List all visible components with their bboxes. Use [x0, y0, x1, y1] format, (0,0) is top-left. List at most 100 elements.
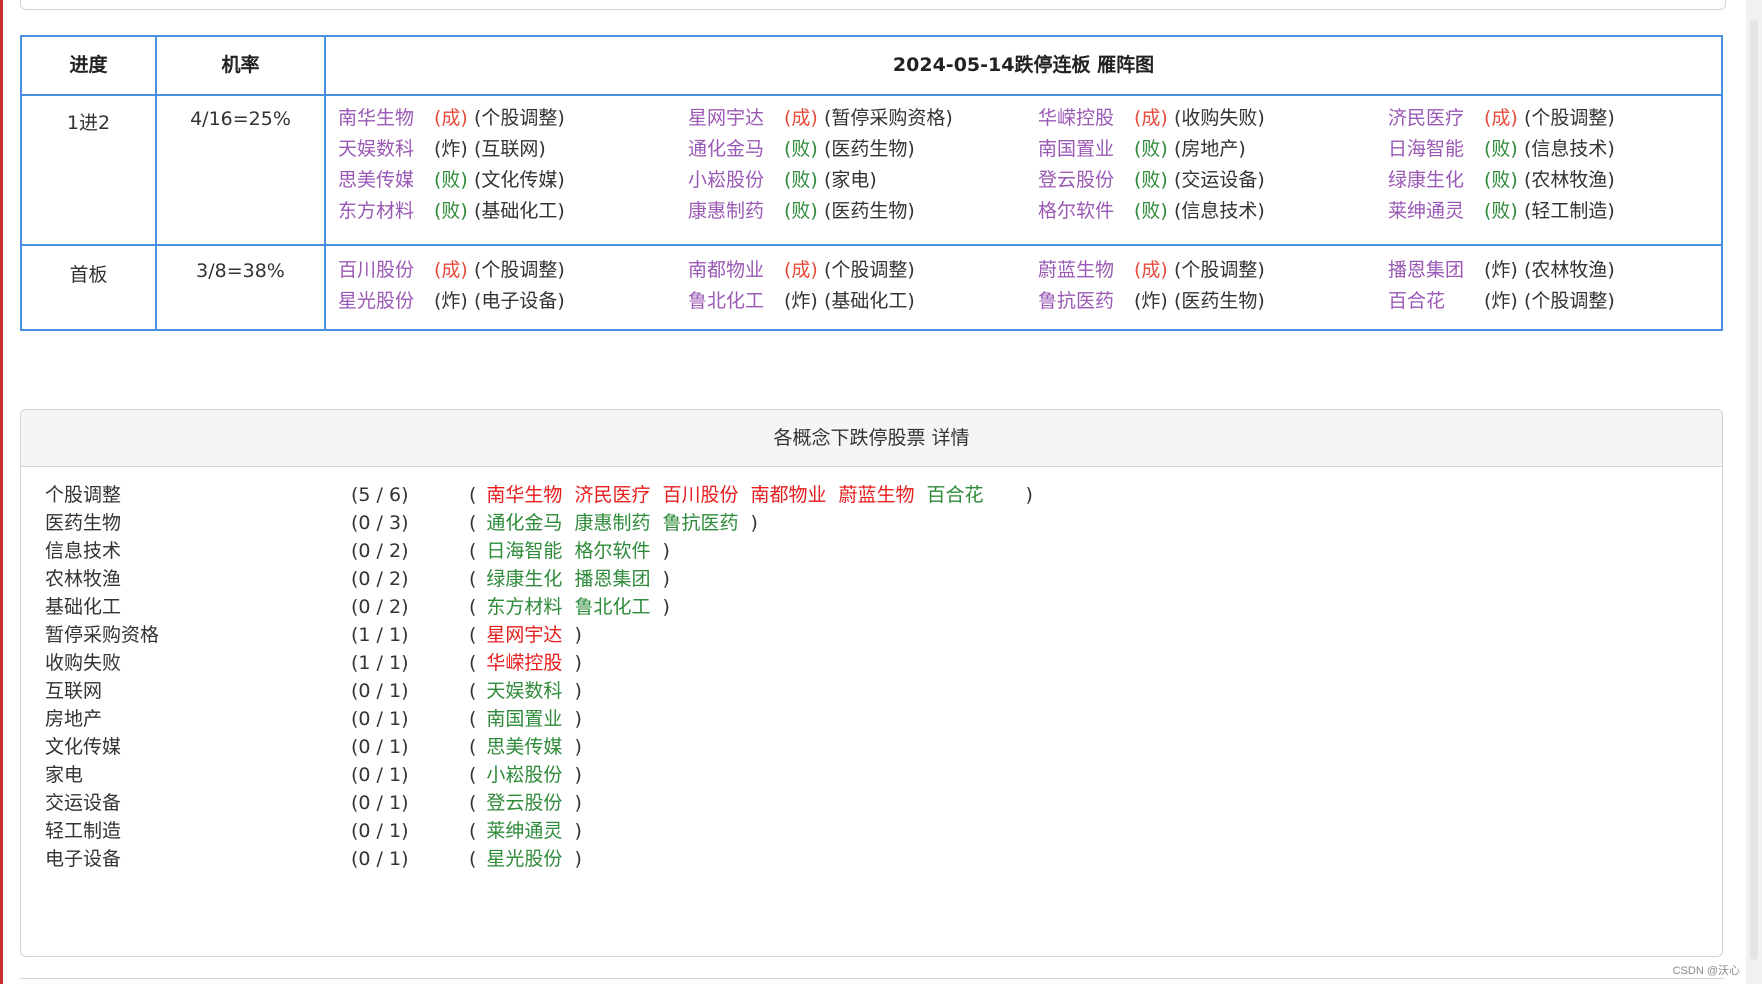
concept-details-panel: 各概念下跌停股票 详情 个股调整 (5 / 6) (南华生物 济民医疗 百川股份 南都物业…	[20, 409, 1723, 957]
concept-stock-link[interactable]: 星光股份	[486, 844, 562, 875]
ladder-stock-entry[interactable]: 思美传媒 (败) (文化传媒)	[338, 165, 565, 196]
concept-stock-link[interactable]: 蔚蓝生物	[838, 480, 914, 511]
concept-name: 医药生物	[45, 512, 122, 534]
stock-status: (成)	[784, 107, 818, 129]
stock-name-link[interactable]: 格尔软件	[1038, 196, 1134, 227]
concept-stock-link[interactable]: 南都物业	[750, 480, 826, 511]
stock-name-link[interactable]: 绿康生化	[1388, 165, 1484, 196]
concept-stock-link[interactable]: 华嵘控股	[486, 648, 562, 679]
stock-status: (败)	[1484, 169, 1518, 191]
ladder-stock-entry[interactable]: 百合花 (炸) (个股调整)	[1388, 286, 1615, 317]
details-title: 各概念下跌停股票 详情	[21, 410, 1722, 467]
concept-stock-link[interactable]: 通化金马	[486, 508, 562, 539]
stock-name-link[interactable]: 思美传媒	[338, 165, 434, 196]
stock-status: (成)	[784, 259, 818, 281]
stock-name-link[interactable]: 蔚蓝生物	[1038, 255, 1134, 286]
concept-stock-list: (小崧股份)	[469, 760, 592, 791]
ladder-stock-entry[interactable]: 鲁北化工 (炸) (基础化工)	[688, 286, 915, 317]
stock-name-link[interactable]: 星网宇达	[688, 103, 784, 134]
ladder-stock-entry[interactable]: 星光股份 (炸) (电子设备)	[338, 286, 565, 317]
ladder-stock-entry[interactable]: 华嵘控股 (成) (收购失败)	[1038, 103, 1265, 134]
close-paren: )	[574, 680, 582, 702]
concept-stock-link[interactable]: 东方材料	[486, 592, 562, 623]
concept-stock-link[interactable]: 百川股份	[662, 480, 738, 511]
ladder-stock-entry[interactable]: 济民医疗 (成) (个股调整)	[1388, 103, 1615, 134]
scrollbar-thumb[interactable]	[1750, 20, 1758, 960]
concept-stock-link[interactable]: 思美传媒	[486, 732, 562, 763]
concept-stock-link[interactable]: 鲁抗医药	[662, 508, 738, 539]
concept-stock-link[interactable]: 登云股份	[486, 788, 562, 819]
concept-count: (0 / 1)	[351, 820, 409, 842]
stock-name-link[interactable]: 百合花	[1388, 286, 1484, 317]
ladder-stock-entry[interactable]: 鲁抗医药 (炸) (医药生物)	[1038, 286, 1265, 317]
stock-concept: (医药生物)	[1174, 290, 1265, 312]
open-paren: (	[469, 624, 477, 646]
stock-name-link[interactable]: 东方材料	[338, 196, 434, 227]
ladder-stock-entry[interactable]: 蔚蓝生物 (成) (个股调整)	[1038, 255, 1265, 286]
concept-stock-link[interactable]: 绿康生化	[486, 564, 562, 595]
ladder-stock-entry[interactable]: 莱绅通灵 (败) (轻工制造)	[1388, 196, 1615, 227]
stock-concept: (个股调整)	[1524, 107, 1615, 129]
ladder-stock-entry[interactable]: 百川股份 (成) (个股调整)	[338, 255, 565, 286]
concept-stock-link[interactable]: 南华生物	[486, 480, 562, 511]
ladder-stock-entry[interactable]: 小崧股份 (败) (家电)	[688, 165, 877, 196]
stock-name-link[interactable]: 通化金马	[688, 134, 784, 165]
concept-stock-list: (南华生物 济民医疗 百川股份 南都物业 蔚蓝生物 百合花)	[469, 480, 1043, 511]
stock-name-link[interactable]: 鲁北化工	[688, 286, 784, 317]
stock-name-link[interactable]: 莱绅通灵	[1388, 196, 1484, 227]
vertical-scrollbar[interactable]	[1746, 0, 1762, 984]
stock-status: (成)	[434, 107, 468, 129]
ladder-stock-entry[interactable]: 绿康生化 (败) (农林牧渔)	[1388, 165, 1615, 196]
close-paren: )	[574, 736, 582, 758]
ladder-stock-entry[interactable]: 天娱数科 (炸) (互联网)	[338, 134, 546, 165]
header-progress: 进度	[69, 54, 108, 76]
ladder-stock-entry[interactable]: 星网宇达 (成) (暂停采购资格)	[688, 103, 953, 134]
stock-name-link[interactable]: 鲁抗医药	[1038, 286, 1134, 317]
concept-stock-link[interactable]: 天娱数科	[486, 676, 562, 707]
concept-count: (0 / 1)	[351, 764, 409, 786]
stock-name-link[interactable]: 日海智能	[1388, 134, 1484, 165]
stock-name-link[interactable]: 星光股份	[338, 286, 434, 317]
close-paren: )	[574, 764, 582, 786]
concept-name: 个股调整	[45, 484, 122, 506]
concept-stock-link[interactable]: 南国置业	[486, 704, 562, 735]
stock-name-link[interactable]: 播恩集团	[1388, 255, 1484, 286]
stock-name-link[interactable]: 天娱数科	[338, 134, 434, 165]
close-paren: )	[1025, 484, 1033, 506]
ladder-stock-entry[interactable]: 东方材料 (败) (基础化工)	[338, 196, 565, 227]
concept-stock-link[interactable]: 康惠制药	[574, 508, 650, 539]
stock-concept: (个股调整)	[474, 259, 565, 281]
stock-name-link[interactable]: 济民医疗	[1388, 103, 1484, 134]
concept-stock-link[interactable]: 播恩集团	[574, 564, 650, 595]
concept-stock-link[interactable]: 莱绅通灵	[486, 816, 562, 847]
previous-panel-edge	[20, 0, 1726, 10]
stock-name-link[interactable]: 小崧股份	[688, 165, 784, 196]
concept-stock-link[interactable]: 鲁北化工	[574, 592, 650, 623]
ladder-stock-entry[interactable]: 南都物业 (成) (个股调整)	[688, 255, 915, 286]
open-paren: (	[469, 596, 477, 618]
row-progress: 首板	[69, 264, 108, 286]
ladder-stock-entry[interactable]: 南国置业 (败) (房地产)	[1038, 134, 1246, 165]
ladder-stock-entry[interactable]: 日海智能 (败) (信息技术)	[1388, 134, 1615, 165]
ladder-stock-entry[interactable]: 登云股份 (败) (交运设备)	[1038, 165, 1265, 196]
stock-name-link[interactable]: 百川股份	[338, 255, 434, 286]
ladder-stock-entry[interactable]: 康惠制药 (败) (医药生物)	[688, 196, 915, 227]
ladder-stock-entry[interactable]: 播恩集团 (炸) (农林牧渔)	[1388, 255, 1615, 286]
concept-stock-link[interactable]: 济民医疗	[574, 480, 650, 511]
stock-name-link[interactable]: 南国置业	[1038, 134, 1134, 165]
stock-name-link[interactable]: 康惠制药	[688, 196, 784, 227]
concept-stock-link[interactable]: 百合花	[927, 480, 984, 511]
stock-name-link[interactable]: 南华生物	[338, 103, 434, 134]
stock-name-link[interactable]: 登云股份	[1038, 165, 1134, 196]
concept-stock-link[interactable]: 小崧股份	[486, 760, 562, 791]
concept-stock-link[interactable]: 日海智能	[486, 536, 562, 567]
ladder-stock-entry[interactable]: 通化金马 (败) (医药生物)	[688, 134, 915, 165]
ladder-stock-entry[interactable]: 南华生物 (成) (个股调整)	[338, 103, 565, 134]
stock-name-link[interactable]: 南都物业	[688, 255, 784, 286]
concept-name: 电子设备	[45, 848, 122, 870]
concept-stock-link[interactable]: 格尔软件	[574, 536, 650, 567]
ladder-stock-entry[interactable]: 格尔软件 (败) (信息技术)	[1038, 196, 1265, 227]
next-panel-edge	[20, 978, 1724, 984]
stock-name-link[interactable]: 华嵘控股	[1038, 103, 1134, 134]
concept-stock-link[interactable]: 星网宇达	[486, 620, 562, 651]
